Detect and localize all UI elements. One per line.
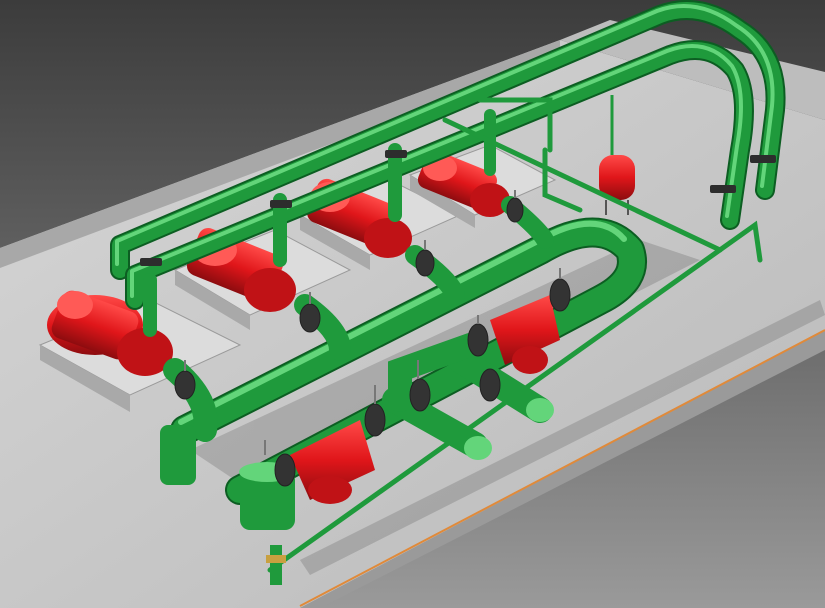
valve-10 (479, 368, 501, 402)
scene-svg (0, 0, 825, 608)
pump-station-render (0, 0, 825, 608)
